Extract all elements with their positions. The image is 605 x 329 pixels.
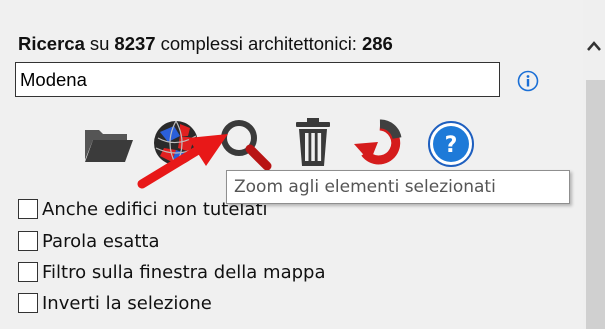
svg-text:?: ? [445, 133, 458, 158]
su-label: su [89, 33, 110, 54]
complessi-label: complessi architettonici: [160, 33, 357, 54]
magnify-icon[interactable] [215, 116, 277, 172]
folder-icon[interactable] [83, 124, 135, 164]
help-icon[interactable]: ? [427, 120, 475, 168]
tooltip: Zoom agli elementi selezionati [226, 170, 570, 204]
scroll-up-icon[interactable] [584, 30, 604, 64]
checkbox[interactable] [18, 199, 38, 219]
option-label: Inverti la selezione [42, 292, 212, 314]
result-count: 286 [361, 33, 393, 54]
option-inverti-selezione[interactable]: Inverti la selezione [18, 291, 212, 315]
scrollbar-thumb[interactable] [586, 80, 605, 329]
option-label: Filtro sulla finestra della mappa [42, 261, 326, 283]
checkbox[interactable] [18, 293, 38, 313]
option-filtro-mappa[interactable]: Filtro sulla finestra della mappa [18, 260, 326, 284]
checkbox[interactable] [18, 231, 38, 251]
undo-icon[interactable] [350, 118, 410, 168]
search-input[interactable] [15, 62, 500, 97]
trash-icon[interactable] [292, 116, 334, 168]
search-summary: Ricerca su 8237 complessi architettonici: 28… [18, 33, 393, 55]
option-label: Parola esatta [42, 230, 160, 252]
checkbox[interactable] [18, 262, 38, 282]
globe-icon[interactable] [150, 118, 202, 168]
option-parola-esatta[interactable]: Parola esatta [18, 229, 159, 253]
info-icon[interactable] [517, 70, 539, 92]
total-count: 8237 [114, 33, 156, 54]
ricerca-label: Ricerca [18, 33, 85, 54]
